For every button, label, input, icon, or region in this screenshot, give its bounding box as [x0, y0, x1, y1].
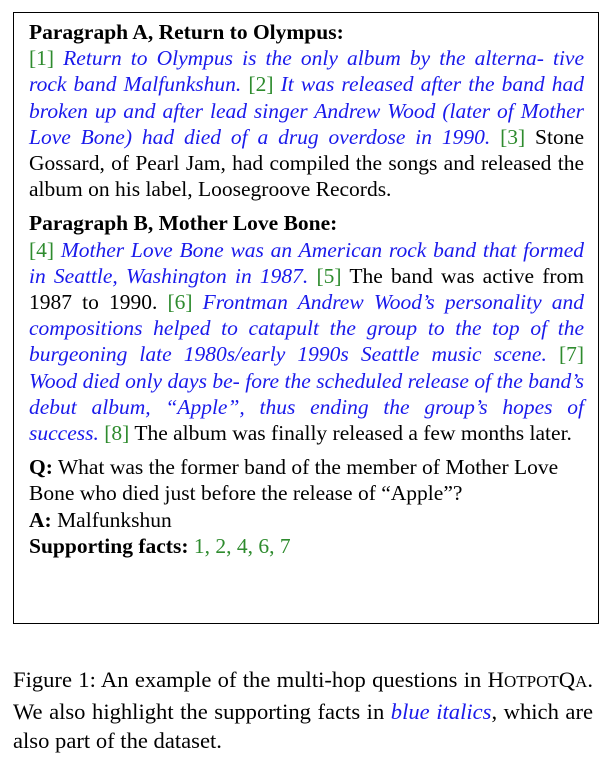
- sentence-number: [5]: [316, 263, 342, 288]
- paragraph-a: Paragraph A, Return to Olympus: [1] Retu…: [29, 19, 584, 202]
- question-label: Q:: [29, 455, 53, 480]
- sentence-number: [2]: [248, 72, 274, 97]
- figure-caption: Figure 1: An example of the multi-hop qu…: [13, 665, 593, 756]
- answer-label: A:: [29, 507, 52, 532]
- paragraph-a-heading: Paragraph A, Return to Olympus:: [29, 20, 344, 44]
- sentence-number: [6]: [167, 290, 193, 315]
- sentence-number: [8]: [104, 421, 130, 446]
- paragraph-b: Paragraph B, Mother Love Bone: [4] Mothe…: [29, 210, 584, 446]
- dataset-name: HOTPOTQA: [487, 667, 588, 692]
- question-answer-block: Q: What was the former band of the membe…: [29, 454, 584, 559]
- caption-highlight: blue italics: [390, 698, 492, 724]
- caption-prefix: Figure 1: An example of the multi-hop qu…: [13, 667, 482, 692]
- question-text: What was the former band of the member o…: [29, 455, 559, 506]
- supporting-facts-line: Supporting facts: 1, 2, 4, 6, 7: [29, 533, 584, 559]
- answer-text: Malfunkshun: [57, 507, 172, 532]
- sentence-number: [1]: [29, 46, 55, 71]
- sentence-number: [7]: [558, 342, 585, 367]
- supporting-facts-label: Supporting facts:: [29, 533, 189, 558]
- figure-box: Paragraph A, Return to Olympus: [1] Retu…: [13, 12, 599, 624]
- supporting-facts-list: 1, 2, 4, 6, 7: [193, 533, 291, 558]
- answer-line: A: Malfunkshun: [29, 507, 584, 533]
- sentence: The album was finally released a few mon…: [134, 421, 572, 446]
- sentence-number: [3]: [500, 124, 526, 149]
- question-line: Q: What was the former band of the membe…: [29, 454, 584, 506]
- sentence-number: [4]: [29, 237, 55, 262]
- paragraph-b-heading: Paragraph B, Mother Love Bone:: [29, 211, 338, 236]
